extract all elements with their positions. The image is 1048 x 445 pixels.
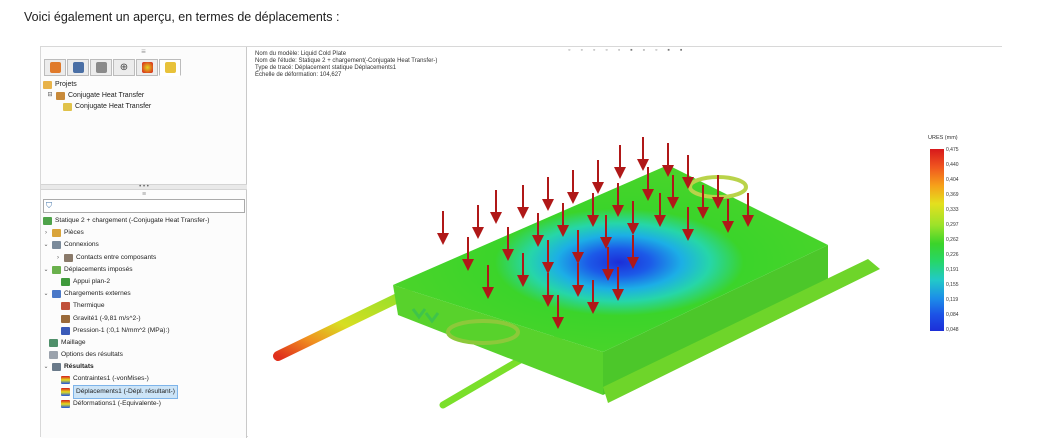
- display-manager-tab[interactable]: [136, 59, 158, 76]
- projects-tree: Projets ⊟ Conjugate Heat Transfer Conjuga…: [43, 79, 243, 183]
- solidworks-screenshot: ≡ ⊕ Projets ⊟ Conjugate Heat Transfer Con…: [40, 46, 1002, 438]
- tree-item-loads[interactable]: ⌄ Chargements externes: [43, 288, 245, 300]
- configuration-manager-tab[interactable]: [90, 59, 112, 76]
- gravity-icon: [61, 314, 70, 323]
- dimxpert-tab[interactable]: ⊕: [113, 59, 135, 76]
- legend-tick-label: 0,333: [946, 207, 959, 213]
- property-manager-tab[interactable]: [67, 59, 89, 76]
- mesh-icon: [49, 338, 58, 347]
- loads-icon: [52, 290, 61, 299]
- result-displacement[interactable]: Déplacements1 (-Dépl. résultant-): [43, 384, 245, 399]
- fixtures-icon: [52, 265, 61, 274]
- connections-icon: [52, 241, 61, 250]
- legend-tick-label: 0,084: [946, 312, 959, 318]
- tree-item-fixture-plan[interactable]: Appui plan-2: [43, 276, 245, 288]
- panel-grip-2[interactable]: ≡: [41, 191, 247, 199]
- options-icon: [49, 351, 58, 360]
- expand-icon[interactable]: ›: [43, 227, 49, 239]
- legend-colorbar: [930, 149, 944, 331]
- legend-tick-label: 0,226: [946, 252, 959, 258]
- legend-tick-label: 0,119: [946, 297, 959, 303]
- project-item-1[interactable]: ⊟ Conjugate Heat Transfer: [43, 90, 243, 101]
- pane-splitter[interactable]: • • •: [41, 184, 247, 190]
- tree-item-contacts[interactable]: › Contacts entre composants: [43, 252, 245, 264]
- tree-tab-bar: ⊕: [44, 59, 244, 76]
- legend-tick-label: 0,440: [946, 162, 959, 168]
- legend-tick-label: 0,404: [946, 177, 959, 183]
- project-item-2[interactable]: Conjugate Heat Transfer: [43, 101, 243, 112]
- expand-icon[interactable]: ›: [55, 252, 61, 264]
- legend-tick-label: 0,475: [946, 147, 959, 153]
- filter-icon: ⛉: [46, 201, 52, 210]
- tree-item-results[interactable]: ⌄ Résultats: [43, 361, 245, 373]
- collapse-icon[interactable]: ⌄: [43, 288, 49, 300]
- legend-tick-label: 0,191: [946, 267, 959, 273]
- legend-tick-label: 0,262: [946, 237, 959, 243]
- contacts-icon: [64, 253, 73, 262]
- legend-title: URES (mm): [928, 135, 958, 141]
- fixed-support-icon: [61, 278, 70, 287]
- displacement-plot[interactable]: [248, 47, 1002, 438]
- plot-icon: [61, 387, 70, 396]
- simulation-tab[interactable]: [159, 59, 181, 76]
- panel-grip[interactable]: ≡: [41, 47, 246, 57]
- plot-icon: [61, 399, 70, 408]
- collapse-icon[interactable]: ⊟: [47, 90, 53, 101]
- collapse-icon[interactable]: ⌄: [43, 239, 49, 251]
- tree-item-pressure[interactable]: Pression-1 (:0,1 N/mm^2 (MPa):): [43, 325, 245, 337]
- tree-item-gravity[interactable]: Gravité1 (-9,81 m/s^2-): [43, 313, 245, 325]
- legend-tick-label: 0,048: [946, 327, 959, 333]
- graphics-viewport[interactable]: Nom du modèle: Liquid Cold Plate Nom de …: [248, 47, 1002, 438]
- parts-icon: [52, 229, 61, 238]
- tree-item-fixtures[interactable]: ⌄ Déplacements imposés: [43, 264, 245, 276]
- study-tree: Statique 2 + chargement (-Conjugate Heat…: [43, 215, 245, 410]
- feature-manager-tab[interactable]: [44, 59, 66, 76]
- color-legend: URES (mm) 0,475 0,440 0,404 0,369 0,333 0,297…: [928, 135, 988, 335]
- legend-ticks: 0,475 0,440 0,404 0,369 0,333 0,297 0,262 0,226…: [946, 147, 959, 333]
- tree-item-connections[interactable]: ⌄ Connexions: [43, 239, 245, 251]
- pressure-icon: [61, 326, 70, 335]
- feature-tree-panel: ≡ ⊕ Projets ⊟ Conjugate Heat Transfer Con…: [41, 47, 247, 438]
- folder-icon: [43, 80, 52, 89]
- legend-tick-label: 0,155: [946, 282, 959, 288]
- study-title[interactable]: Statique 2 + chargement (-Conjugate Heat…: [43, 215, 245, 227]
- thermal-icon: [61, 302, 70, 311]
- study-icon: [63, 102, 72, 111]
- tree-filter-input[interactable]: ⛉: [43, 199, 245, 213]
- projects-root[interactable]: Projets: [43, 79, 243, 90]
- collapse-icon[interactable]: ⌄: [43, 361, 49, 373]
- results-icon: [52, 363, 61, 372]
- caption-text: Voici également un aperçu, en termes de …: [24, 10, 340, 24]
- tree-item-options[interactable]: Options des résultats: [43, 349, 245, 361]
- tree-item-thermal[interactable]: Thermique: [43, 300, 245, 312]
- collapse-icon[interactable]: ⌄: [43, 264, 49, 276]
- study-icon: [43, 217, 52, 226]
- legend-tick-label: 0,369: [946, 192, 959, 198]
- result-strain[interactable]: Déformations1 (-Equivalente-): [43, 398, 245, 410]
- inlet-pipe: [273, 288, 413, 361]
- legend-tick-label: 0,297: [946, 222, 959, 228]
- plot-icon: [61, 375, 70, 384]
- selected-result-label: Déplacements1 (-Dépl. résultant-): [73, 384, 178, 399]
- assembly-icon: [56, 91, 65, 100]
- tree-item-parts[interactable]: › Pièces: [43, 227, 245, 239]
- tree-item-mesh[interactable]: Maillage: [43, 337, 245, 349]
